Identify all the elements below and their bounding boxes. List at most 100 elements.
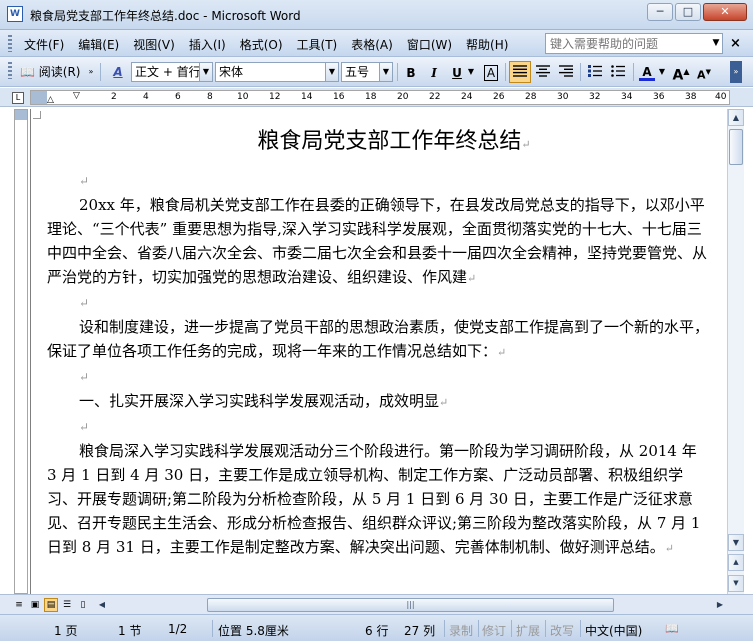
underline-button[interactable]: U: [446, 61, 468, 83]
horizontal-ruler[interactable]: 2 4 6 8 10 12 14 16 18 20 22 24 26 28 30…: [30, 90, 730, 105]
toolbar-grip-icon[interactable]: [8, 62, 12, 79]
tab-selector-icon[interactable]: L: [12, 92, 24, 104]
font-color-swatch: [639, 78, 655, 81]
paragraph-text: 设和制度建设，进一步提高了党员干部的思想政治素质，使党支部工作提高到了一个新的水…: [47, 318, 710, 360]
paragraph: 20xx 年，粮食局机关党支部工作在县委的正确领导下，在县发改局党总支的指导下，…: [47, 193, 711, 291]
print-layout-view-icon[interactable]: ▤: [44, 598, 58, 612]
menu-tools[interactable]: 工具(T): [297, 36, 338, 53]
status-line[interactable]: 6 行: [365, 622, 388, 639]
shrink-font-button[interactable]: A▼: [694, 61, 714, 83]
ruler-tick-label: 16: [333, 92, 345, 102]
ruler-left-margin: [31, 91, 47, 104]
word-app-icon[interactable]: W: [7, 6, 23, 22]
menu-help[interactable]: 帮助(H): [466, 36, 508, 53]
empty-paragraph: ↵: [79, 174, 90, 188]
menu-grip-icon[interactable]: [8, 35, 12, 52]
status-separator: [511, 620, 512, 637]
status-record[interactable]: 录制: [449, 622, 473, 639]
ruler-tick-label: 2: [111, 92, 117, 102]
help-dropdown-icon[interactable]: ▼: [709, 33, 723, 54]
reading-view-icon[interactable]: ▯: [76, 598, 90, 612]
font-color-dropdown-icon[interactable]: ▼: [657, 61, 667, 83]
ruler-tick-label: 34: [621, 92, 633, 102]
window-controls: ─ □ ✕: [645, 3, 747, 21]
left-indent-marker[interactable]: △: [47, 95, 54, 104]
bold-button[interactable]: B: [400, 61, 422, 83]
menu-edit[interactable]: 编辑(E): [78, 36, 119, 53]
numbering-button[interactable]: [584, 61, 606, 83]
scroll-down-button[interactable]: ▼: [728, 534, 744, 551]
status-bar: 1 页 1 节 1/2 位置 5.8厘米 6 行 27 列 录制 修订 扩展 改…: [0, 614, 753, 641]
chevron-down-icon[interactable]: ▼: [199, 63, 212, 81]
normal-view-icon[interactable]: ≡: [12, 598, 26, 612]
first-line-indent-marker[interactable]: ▽: [73, 91, 80, 101]
reading-mode-label: 阅读(R): [38, 65, 81, 79]
ruler-tick-label: 18: [365, 92, 377, 102]
empty-paragraph: ↵: [79, 370, 90, 384]
horizontal-scroll-thumb[interactable]: |||: [207, 598, 614, 612]
chevron-down-icon[interactable]: ▼: [325, 63, 338, 81]
spelling-check-icon[interactable]: 📖: [665, 622, 679, 635]
char-border-button[interactable]: A: [480, 61, 502, 83]
scroll-right-button[interactable]: ▶: [712, 597, 728, 613]
status-section[interactable]: 1 节: [118, 622, 141, 639]
outline-view-icon[interactable]: ☰: [60, 598, 74, 612]
chevron-down-icon[interactable]: ▼: [379, 63, 392, 81]
toolbar-overflow-icon[interactable]: »: [86, 61, 96, 83]
status-language[interactable]: 中文(中国): [585, 622, 642, 639]
status-position[interactable]: 位置 5.8厘米: [218, 622, 289, 639]
grow-font-button[interactable]: A▲: [670, 61, 692, 84]
menu-view[interactable]: 视图(V): [133, 36, 175, 53]
status-revise[interactable]: 修订: [482, 622, 506, 639]
page-corner-mark: [33, 111, 41, 119]
font-color-button[interactable]: A: [637, 61, 657, 83]
grow-font-arrow-icon: ▲: [683, 67, 690, 76]
document-page[interactable]: 粮食局党支部工作年终总结↵ ↵ 20xx 年，粮食局机关党支部工作在县委的正确领…: [30, 109, 727, 594]
web-view-icon[interactable]: ▣: [28, 598, 42, 612]
vertical-scrollbar[interactable]: ▲ ▼ ▲ ▼: [727, 109, 744, 594]
menu-table[interactable]: 表格(A): [351, 36, 393, 53]
status-separator: [212, 620, 213, 637]
status-page[interactable]: 1 页: [54, 622, 77, 639]
vertical-ruler[interactable]: [14, 109, 28, 594]
align-justify-button[interactable]: [509, 61, 531, 83]
scroll-up-button[interactable]: ▲: [728, 109, 744, 126]
font-combobox[interactable]: 宋体 ▼: [215, 62, 339, 82]
scroll-left-button[interactable]: ◀: [94, 597, 110, 613]
doc-close-button[interactable]: ×: [730, 36, 741, 51]
next-page-button[interactable]: ▼: [728, 575, 744, 592]
menu-window[interactable]: 窗口(W): [407, 36, 452, 53]
toolbar-options-icon[interactable]: »: [730, 61, 742, 83]
status-extend[interactable]: 扩展: [516, 622, 540, 639]
reading-mode-button[interactable]: 📖 阅读(R): [20, 61, 84, 83]
style-combobox[interactable]: 正文 + 首行 ▼: [131, 62, 213, 82]
ruler-tick-label: 24: [461, 92, 473, 102]
menu-insert[interactable]: 插入(I): [189, 36, 226, 53]
align-right-button[interactable]: [555, 61, 577, 83]
section-heading: 一、扎实开展深入学习实践科学发展观活动，成效明显↵: [47, 389, 711, 415]
maximize-button[interactable]: □: [675, 3, 701, 21]
underline-dropdown-icon[interactable]: ▼: [466, 61, 476, 83]
section-heading-text: 一、扎实开展深入学习实践科学发展观活动，成效明显: [79, 392, 440, 410]
vertical-scroll-thumb[interactable]: [729, 129, 743, 165]
menu-file[interactable]: 文件(F): [24, 36, 64, 53]
status-overtype[interactable]: 改写: [550, 622, 574, 639]
styles-formatting-icon[interactable]: A: [108, 61, 128, 83]
paragraph-mark-icon: ↵: [467, 272, 477, 285]
ruler-tick-label: 22: [429, 92, 441, 102]
document-body[interactable]: 粮食局党支部工作年终总结↵ ↵ 20xx 年，粮食局机关党支部工作在县委的正确领…: [47, 123, 711, 561]
help-search-input[interactable]: [545, 33, 723, 54]
menu-bar: 文件(F) 编辑(E) 视图(V) 插入(I) 格式(O) 工具(T) 表格(A…: [0, 30, 753, 57]
font-size-combobox[interactable]: 五号 ▼: [341, 62, 393, 82]
status-page-of[interactable]: 1/2: [168, 622, 187, 636]
minimize-button[interactable]: ─: [647, 3, 673, 21]
status-separator: [580, 620, 581, 637]
book-icon: 📖: [20, 65, 35, 79]
align-center-button[interactable]: [532, 61, 554, 83]
status-column[interactable]: 27 列: [404, 622, 435, 639]
paragraph-mark-icon: ↵: [497, 346, 507, 359]
italic-button[interactable]: I: [423, 61, 445, 83]
menu-format[interactable]: 格式(O): [240, 36, 283, 53]
close-button[interactable]: ✕: [703, 3, 747, 21]
bullets-button[interactable]: [607, 61, 629, 83]
